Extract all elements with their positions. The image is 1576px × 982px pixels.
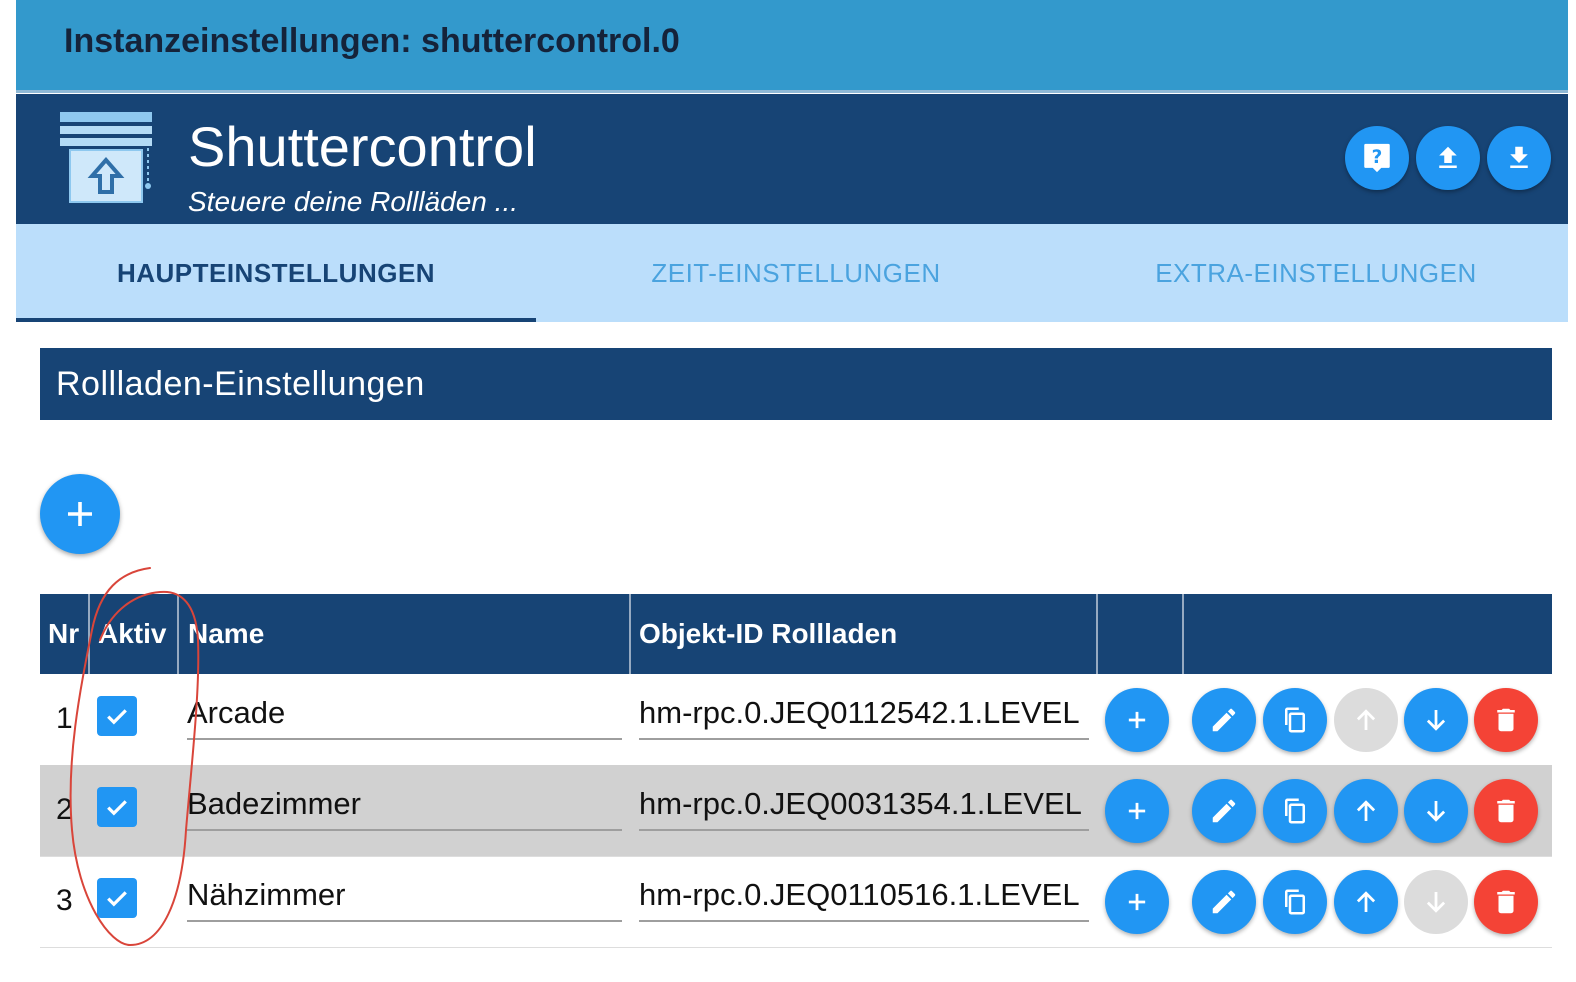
plus-icon [1128,802,1146,820]
delete-button[interactable] [1474,779,1538,843]
arrow-up-icon [1356,891,1376,912]
left-gutter [0,0,16,982]
column-separator [177,594,179,674]
copy-icon [1285,889,1305,915]
trash-icon [1497,799,1515,823]
table-row: 3 Nähzimmer hm-rpc.0.JEQ0110516.1.LEVEL [40,856,1552,948]
object-id-field[interactable]: hm-rpc.0.JEQ0110516.1.LEVEL [639,870,1089,922]
pencil-icon [1212,708,1236,732]
plus-icon [68,502,92,526]
object-id-field[interactable]: hm-rpc.0.JEQ0112542.1.LEVEL [639,688,1089,740]
edit-button[interactable] [1192,870,1256,934]
aktiv-checkbox[interactable] [97,696,137,736]
copy-icon [1285,798,1305,824]
edit-button[interactable] [1192,688,1256,752]
download-button[interactable] [1487,126,1551,190]
active-tab-indicator [16,318,536,322]
upload-icon [1439,146,1457,168]
pencil-icon [1212,799,1236,823]
copy-button[interactable] [1263,870,1327,934]
table-header: Nr Aktiv Name Objekt-ID Rollladen [40,594,1552,674]
tab-bar: HAUPTEINSTELLUNGEN ZEIT-EINSTELLUNGEN EX… [16,224,1568,322]
help-icon: ? [1364,143,1390,173]
trash-icon [1497,708,1515,732]
add-state-button[interactable] [1105,779,1169,843]
add-state-button[interactable] [1105,688,1169,752]
move-up-button[interactable] [1334,779,1398,843]
move-up-button[interactable] [1334,870,1398,934]
column-separator [88,594,90,674]
row-number: 1 [56,702,73,735]
name-field[interactable]: Nähzimmer [187,870,622,922]
arrow-down-icon [1426,892,1446,913]
name-field[interactable]: Badezimmer [187,779,622,831]
delete-button[interactable] [1474,688,1538,752]
arrow-down-icon [1426,801,1446,822]
column-header-nr: Nr [48,618,80,649]
app-subtitle: Steuere deine Rollläden ... [188,186,518,217]
shutter-logo-icon [60,112,152,203]
table-row: 2 Badezimmer hm-rpc.0.JEQ0031354.1.LEVEL [40,765,1552,857]
row-number: 2 [56,793,73,826]
check-icon [107,891,127,907]
upload-button[interactable] [1416,126,1480,190]
section-header: Rollladen-Einstellungen [40,348,1552,420]
tab-extra-einstellungen[interactable]: EXTRA-EINSTELLUNGEN [1056,224,1576,322]
table-row: 1 Arcade hm-rpc.0.JEQ0112542.1.LEVEL [40,674,1552,766]
check-icon [107,709,127,725]
plus-icon [1128,711,1146,729]
name-field[interactable]: Arcade [187,688,622,740]
arrow-up-icon [1356,709,1376,730]
row-number: 3 [56,884,73,917]
arrow-up-icon [1356,800,1376,821]
download-icon [1510,146,1528,168]
tab-haupteinstellungen[interactable]: HAUPTEINSTELLUNGEN [16,224,536,322]
column-separator [1096,594,1098,674]
copy-button[interactable] [1263,779,1327,843]
trash-icon [1497,890,1515,914]
plus-icon [1128,893,1146,911]
move-down-button[interactable] [1404,870,1468,934]
help-button[interactable]: ? [1345,126,1409,190]
column-header-objekt-id: Objekt-ID Rollladen [639,618,898,649]
delete-button[interactable] [1474,870,1538,934]
check-icon [107,800,127,816]
copy-icon [1285,707,1305,733]
move-down-button[interactable] [1404,688,1468,752]
column-separator [629,594,631,674]
aktiv-checkbox[interactable] [97,878,137,918]
pencil-icon [1212,890,1236,914]
object-id-field[interactable]: hm-rpc.0.JEQ0031354.1.LEVEL [639,779,1089,831]
dialog-titlebar: Instanzeinstellungen: shuttercontrol.0 [16,0,1568,93]
app-name: Shuttercontrol [188,115,537,178]
dialog-title: Instanzeinstellungen: shuttercontrol.0 [64,22,680,60]
column-header-aktiv: Aktiv [98,618,167,649]
svg-text:?: ? [1372,147,1383,168]
copy-button[interactable] [1263,688,1327,752]
add-state-button[interactable] [1105,870,1169,934]
add-shutter-button[interactable] [40,474,120,554]
column-separator [1182,594,1184,674]
move-down-button[interactable] [1404,779,1468,843]
edit-button[interactable] [1192,779,1256,843]
section-title: Rollladen-Einstellungen [56,364,425,403]
tab-zeit-einstellungen[interactable]: ZEIT-EINSTELLUNGEN [536,224,1056,322]
adapter-header: Shuttercontrol Steuere deine Rollläden .… [16,94,1568,224]
arrow-down-icon [1426,710,1446,731]
move-up-button[interactable] [1334,688,1398,752]
aktiv-checkbox[interactable] [97,787,137,827]
column-header-name: Name [188,618,265,649]
